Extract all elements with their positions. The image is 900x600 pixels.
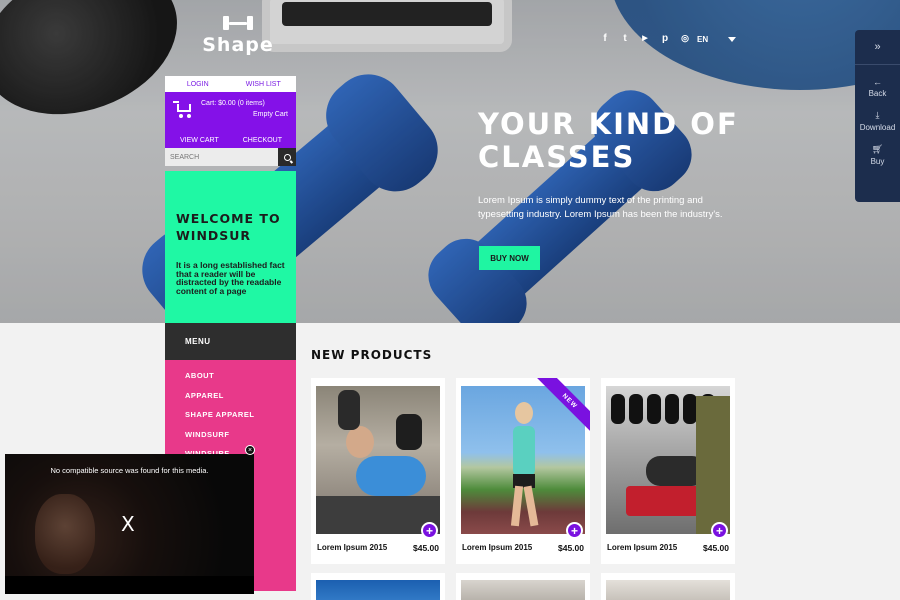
menu-item-about[interactable]: ABOUT (165, 371, 296, 391)
instagram-icon[interactable]: ◎ (680, 33, 690, 44)
back-button[interactable]: ← Back (855, 77, 900, 98)
close-icon[interactable]: × (245, 445, 255, 455)
twitter-icon[interactable]: t (620, 33, 630, 44)
account-links: LOGIN WISH LIST (165, 76, 296, 92)
product-image[interactable] (316, 386, 440, 534)
dumbbell-logo-icon (223, 14, 253, 32)
product-price: $45.00 (703, 543, 729, 553)
download-icon: ⤓ (875, 110, 880, 120)
product-image[interactable] (316, 580, 440, 600)
login-link[interactable]: LOGIN (165, 76, 231, 92)
product-price: $45.00 (413, 543, 439, 553)
cart-icon: 🛒︎ (871, 144, 884, 154)
add-to-cart-button[interactable]: + (566, 522, 583, 539)
product-name[interactable]: Lorem Ipsum 2015 (607, 543, 677, 552)
chevron-down-icon[interactable] (728, 37, 736, 42)
logo-text: Shape (202, 34, 274, 56)
product-card[interactable]: + Lorem Ipsum 2015 $45.00 (311, 378, 445, 564)
buy-now-button[interactable]: BUY NOW (479, 246, 540, 270)
product-card[interactable]: NEW + Lorem Ipsum 2015 $45.00 (456, 378, 590, 564)
language-select[interactable]: EN (697, 35, 708, 44)
menu-item-apparel[interactable]: APPAREL (165, 391, 296, 411)
youtube-icon[interactable]: ▶ (640, 33, 650, 44)
video-error-message: No compatible source was found for this … (50, 466, 209, 475)
section-title: NEW PRODUCTS (311, 348, 433, 362)
site-logo[interactable]: Shape (200, 14, 276, 56)
product-image[interactable] (606, 386, 730, 534)
product-name[interactable]: Lorem Ipsum 2015 (317, 543, 387, 552)
hero-description: Lorem Ipsum is simply dummy text of the … (478, 195, 723, 220)
menu-item-windsurf[interactable]: WINDSURF (165, 430, 296, 450)
menu-item-shape-apparel[interactable]: SHAPE APPAREL (165, 410, 296, 430)
wishlist-link[interactable]: WISH LIST (231, 76, 297, 92)
search-input[interactable] (165, 148, 278, 166)
product-image[interactable] (461, 580, 585, 600)
facebook-icon[interactable]: f (600, 33, 610, 44)
product-card[interactable] (456, 573, 590, 600)
product-name[interactable]: Lorem Ipsum 2015 (462, 543, 532, 552)
cart-status: Cart: $0.00 (0 items) (201, 100, 265, 107)
product-price: $45.00 (558, 543, 584, 553)
add-to-cart-button[interactable]: + (421, 522, 438, 539)
cart-widget: Cart: $0.00 (0 items) Empty Cart VIEW CA… (165, 92, 296, 148)
pinterest-icon[interactable]: p (660, 33, 670, 44)
social-links: f t ▶ p ◎ (600, 33, 690, 44)
add-to-cart-button[interactable]: + (711, 522, 728, 539)
empty-cart-link[interactable]: Empty Cart (253, 111, 288, 118)
welcome-box: WELCOME TO WINDSUR It is a long establis… (165, 171, 296, 323)
video-error-icon: X (121, 512, 135, 536)
arrow-left-icon: ← (873, 77, 882, 87)
product-card[interactable] (601, 573, 735, 600)
buy-button[interactable]: 🛒︎ Buy (855, 144, 900, 166)
video-controls-bar[interactable] (5, 576, 254, 594)
double-chevron-right-icon[interactable]: » (855, 30, 900, 65)
download-button[interactable]: ⤓ Download (855, 110, 900, 132)
search-icon (283, 153, 291, 161)
menu-heading: MENU (165, 323, 296, 360)
video-player[interactable]: No compatible source was found for this … (5, 454, 254, 594)
hero-title: YOUR KIND OF CLASSES (478, 107, 739, 174)
side-panel: » ← Back ⤓ Download 🛒︎ Buy (855, 30, 900, 202)
search-button[interactable] (278, 148, 296, 166)
product-card[interactable]: + Lorem Ipsum 2015 $45.00 (601, 378, 735, 564)
view-cart-link[interactable]: VIEW CART (180, 137, 219, 144)
shopping-cart-icon (173, 100, 195, 118)
product-image[interactable] (606, 580, 730, 600)
welcome-text: It is a long established fact that a rea… (176, 260, 285, 296)
product-card[interactable] (311, 573, 445, 600)
checkout-link[interactable]: CHECKOUT (243, 137, 282, 144)
search-bar (165, 148, 296, 166)
welcome-title: WELCOME TO WINDSUR (176, 211, 281, 243)
